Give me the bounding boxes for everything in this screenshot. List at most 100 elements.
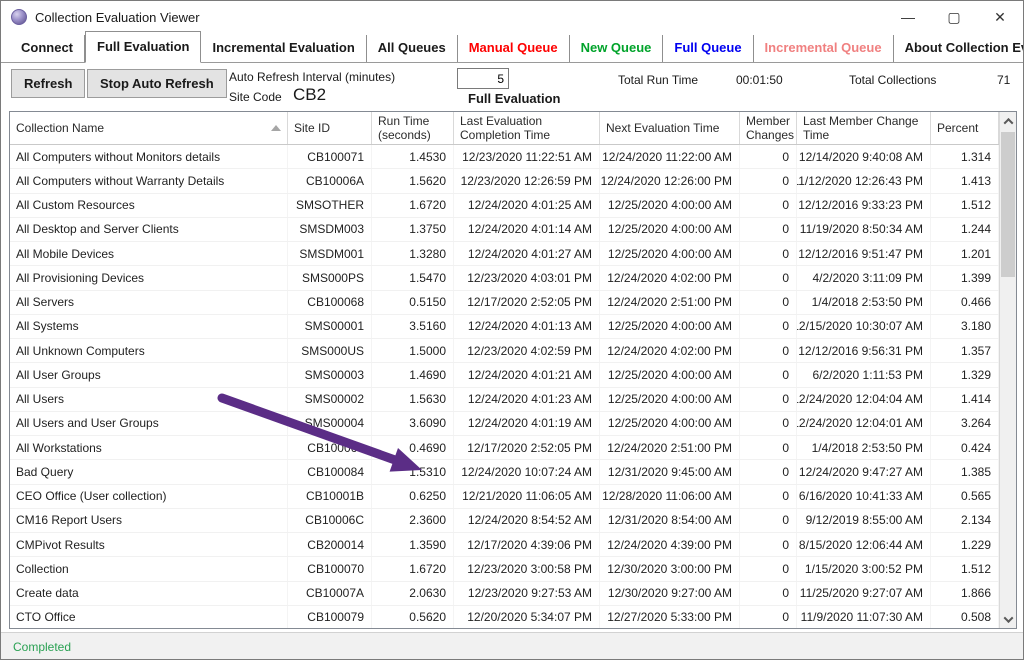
cell-next-evaluation-time: 12/28/2020 11:06:00 AM (600, 485, 740, 508)
cell-run-time-seconds: 0.5620 (372, 606, 454, 628)
column-header-run-time-seconds[interactable]: Run Time (seconds) (372, 112, 454, 144)
close-icon[interactable]: ✕ (977, 1, 1023, 33)
tab-incremental-queue[interactable]: Incremental Queue (754, 35, 894, 62)
cell-last-member-change-time: 12/14/2020 9:40:08 AM (797, 145, 931, 168)
cell-site-id: CB200014 (288, 533, 372, 556)
cell-run-time-seconds: 2.0630 (372, 582, 454, 605)
maximize-icon[interactable]: ▢ (931, 1, 977, 33)
minimize-icon[interactable]: — (885, 1, 931, 33)
app-window: Collection Evaluation Viewer — ▢ ✕ Conne… (0, 0, 1024, 660)
tab-incremental-evaluation[interactable]: Incremental Evaluation (201, 35, 366, 62)
cell-last-member-change-time: 6/16/2020 10:41:33 AM (797, 485, 931, 508)
table-row[interactable]: All Custom ResourcesSMSOTHER1.672012/24/… (10, 194, 999, 218)
vertical-scrollbar[interactable] (999, 112, 1016, 628)
cell-last-evaluation-completion-time: 12/23/2020 12:26:59 PM (454, 169, 600, 192)
cell-member-changes: 0 (740, 169, 797, 192)
cell-last-evaluation-completion-time: 12/23/2020 4:03:01 PM (454, 266, 600, 289)
cell-last-member-change-time: 11/12/2020 12:26:43 PM (797, 169, 931, 192)
table-row[interactable]: All Computers without Monitors detailsCB… (10, 145, 999, 169)
tab-manual-queue[interactable]: Manual Queue (458, 35, 570, 62)
cell-member-changes: 0 (740, 533, 797, 556)
cell-last-member-change-time: 12/24/2020 12:04:04 AM (797, 388, 931, 411)
column-header-next-evaluation-time[interactable]: Next Evaluation Time (600, 112, 740, 144)
table-row[interactable]: CEO Office (User collection)CB10001B0.62… (10, 485, 999, 509)
cell-last-evaluation-completion-time: 12/17/2020 2:52:05 PM (454, 436, 600, 459)
status-bar: Completed (1, 632, 1023, 660)
cell-last-member-change-time: 12/12/2016 9:51:47 PM (797, 242, 931, 265)
column-header-label: Percent (937, 121, 978, 135)
table-row[interactable]: All Computers without Warranty DetailsCB… (10, 169, 999, 193)
cell-collection-name: Collection (10, 557, 288, 580)
table-row[interactable]: All UsersSMS000021.563012/24/2020 4:01:2… (10, 388, 999, 412)
cell-member-changes: 0 (740, 194, 797, 217)
table-row[interactable]: Bad QueryCB1000841.531012/24/2020 10:07:… (10, 460, 999, 484)
column-header-collection-name[interactable]: Collection Name (10, 112, 288, 144)
title-bar: Collection Evaluation Viewer — ▢ ✕ (1, 1, 1023, 33)
table-row[interactable]: Create dataCB10007A2.063012/23/2020 9:27… (10, 582, 999, 606)
column-header-last-evaluation-completion-time[interactable]: Last Evaluation Completion Time (454, 112, 600, 144)
tab-connect[interactable]: Connect (9, 35, 85, 62)
table-row[interactable]: All Provisioning DevicesSMS000PS1.547012… (10, 266, 999, 290)
table-row[interactable]: All User GroupsSMS000031.469012/24/2020 … (10, 363, 999, 387)
cell-last-member-change-time: 12/12/2016 9:56:31 PM (797, 339, 931, 362)
table-row[interactable]: CM16 Report UsersCB10006C2.360012/24/202… (10, 509, 999, 533)
cell-last-evaluation-completion-time: 12/24/2020 4:01:23 AM (454, 388, 600, 411)
scrollbar-thumb[interactable] (1001, 132, 1015, 277)
scroll-up-icon[interactable] (1000, 112, 1016, 130)
tab-new-queue[interactable]: New Queue (570, 35, 664, 62)
cell-member-changes: 0 (740, 436, 797, 459)
tab-all-queues[interactable]: All Queues (367, 35, 458, 62)
site-code-value: CB2 (293, 85, 326, 105)
cell-percent: 3.180 (931, 315, 999, 338)
cell-collection-name: All Computers without Warranty Details (10, 169, 288, 192)
cell-member-changes: 0 (740, 266, 797, 289)
column-header-label: Run Time (seconds) (378, 114, 449, 143)
scroll-down-icon[interactable] (1000, 610, 1016, 628)
table-row[interactable]: CTO OfficeCB1000790.562012/20/2020 5:34:… (10, 606, 999, 628)
column-header-site-id[interactable]: Site ID (288, 112, 372, 144)
tab-full-queue[interactable]: Full Queue (663, 35, 753, 62)
cell-site-id: CB100068 (288, 291, 372, 314)
table-row[interactable]: All WorkstationsCB1000690.469012/17/2020… (10, 436, 999, 460)
auto-refresh-interval-input[interactable] (457, 68, 509, 89)
table-row[interactable]: CollectionCB1000701.672012/23/2020 3:00:… (10, 557, 999, 581)
stop-auto-refresh-button[interactable]: Stop Auto Refresh (87, 69, 227, 98)
table-row[interactable]: CMPivot ResultsCB2000141.359012/17/2020 … (10, 533, 999, 557)
cell-next-evaluation-time: 12/25/2020 4:00:00 AM (600, 388, 740, 411)
cell-next-evaluation-time: 12/25/2020 4:00:00 AM (600, 315, 740, 338)
table-row[interactable]: All ServersCB1000680.515012/17/2020 2:52… (10, 291, 999, 315)
cell-next-evaluation-time: 12/24/2020 4:02:00 PM (600, 339, 740, 362)
cell-last-evaluation-completion-time: 12/24/2020 10:07:24 AM (454, 460, 600, 483)
cell-member-changes: 0 (740, 485, 797, 508)
cell-site-id: CB100070 (288, 557, 372, 580)
table-row[interactable]: All Users and User GroupsSMS000043.60901… (10, 412, 999, 436)
cell-collection-name: All Users (10, 388, 288, 411)
cell-member-changes: 0 (740, 218, 797, 241)
table-row[interactable]: All SystemsSMS000013.516012/24/2020 4:01… (10, 315, 999, 339)
cell-next-evaluation-time: 12/24/2020 11:22:00 AM (600, 145, 740, 168)
column-header-member-changes[interactable]: Member Changes (740, 112, 797, 144)
cell-next-evaluation-time: 12/25/2020 4:00:00 AM (600, 194, 740, 217)
cell-last-member-change-time: 9/12/2019 8:55:00 AM (797, 509, 931, 532)
table-row[interactable]: All Unknown ComputersSMS000US1.500012/23… (10, 339, 999, 363)
cell-site-id: SMS000US (288, 339, 372, 362)
total-collections-label: Total Collections (849, 73, 936, 87)
refresh-button[interactable]: Refresh (11, 69, 85, 98)
table-row[interactable]: All Desktop and Server ClientsSMSDM0031.… (10, 218, 999, 242)
tab-about-collection-evaluation[interactable]: About Collection Evaluation (894, 35, 1024, 62)
cell-last-member-change-time: 12/24/2020 9:47:27 AM (797, 460, 931, 483)
cell-run-time-seconds: 1.4530 (372, 145, 454, 168)
cell-last-evaluation-completion-time: 12/24/2020 4:01:25 AM (454, 194, 600, 217)
column-header-last-member-change-time[interactable]: Last Member Change Time (797, 112, 931, 144)
tab-full-evaluation[interactable]: Full Evaluation (85, 31, 201, 63)
cell-site-id: SMSDM003 (288, 218, 372, 241)
grid-content: Collection NameSite IDRun Time (seconds)… (10, 112, 999, 628)
cell-next-evaluation-time: 12/24/2020 12:26:00 PM (600, 169, 740, 192)
cell-collection-name: CMPivot Results (10, 533, 288, 556)
table-row[interactable]: All Mobile DevicesSMSDM0011.328012/24/20… (10, 242, 999, 266)
cell-site-id: CB100079 (288, 606, 372, 628)
cell-next-evaluation-time: 12/27/2020 5:33:00 PM (600, 606, 740, 628)
cell-percent: 1.413 (931, 169, 999, 192)
column-header-percent[interactable]: Percent (931, 112, 999, 144)
cell-site-id: CB100084 (288, 460, 372, 483)
